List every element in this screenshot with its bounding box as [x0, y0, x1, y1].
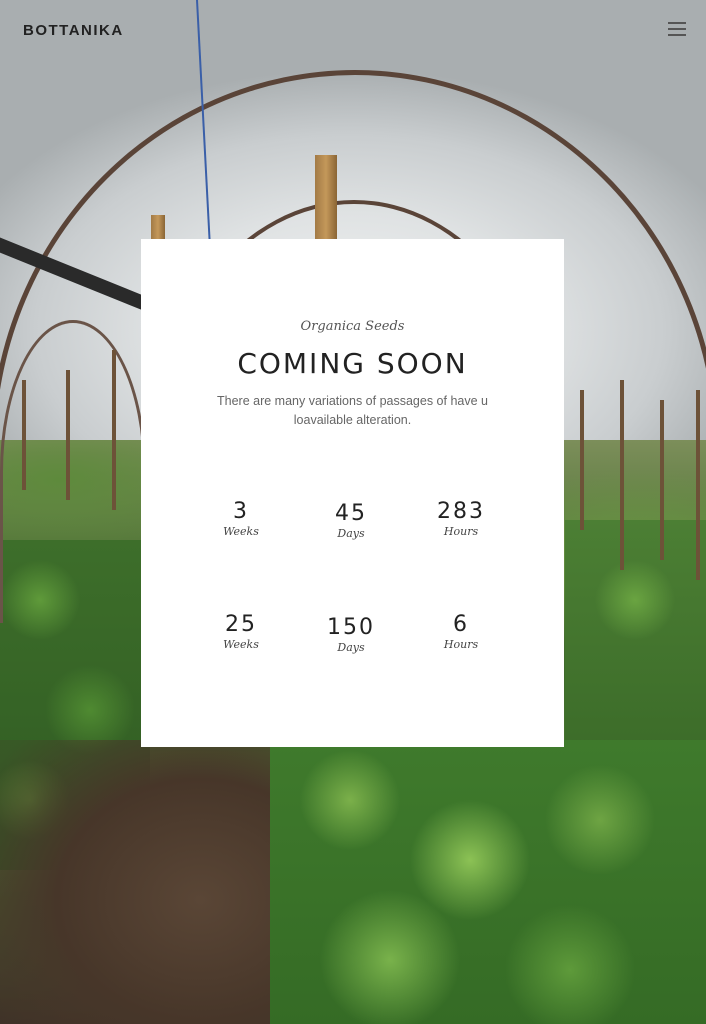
countdown-weeks: 25 Weeks [191, 612, 291, 652]
support-pole [620, 380, 624, 570]
menu-line [668, 34, 686, 36]
countdown-label: Hours [443, 638, 479, 651]
support-pole [660, 400, 664, 560]
countdown-value: 25 [225, 612, 257, 637]
countdown-label: Weeks [223, 638, 259, 651]
support-pole [22, 380, 26, 490]
countdown-label: Days [337, 641, 365, 654]
support-pole [696, 390, 700, 580]
page-title: COMING SOON [237, 347, 468, 380]
hamburger-menu-icon[interactable] [666, 18, 688, 38]
countdown-label: Days [337, 527, 365, 540]
countdown-hours: 283 Hours [411, 499, 511, 539]
countdown-value: 150 [327, 615, 375, 640]
countdown-days: 45 Days [301, 501, 401, 541]
wooden-post [315, 155, 337, 245]
card-description: There are many variations of passages of… [217, 394, 488, 427]
support-pole [112, 350, 116, 510]
countdown-label: Hours [443, 525, 479, 538]
countdown-value: 283 [437, 499, 485, 524]
support-pole [580, 390, 584, 530]
countdown-value: 45 [335, 501, 367, 526]
brand-logo[interactable]: BOTTANIKA [23, 22, 124, 39]
support-pole [66, 370, 70, 500]
countdown-value: 3 [233, 499, 249, 524]
countdown-hours: 6 Hours [411, 612, 511, 652]
countdown-label: Weeks [223, 525, 259, 538]
countdown-value: 6 [453, 612, 469, 637]
coming-soon-card: Organica Seeds COMING SOON There are man… [141, 239, 564, 747]
menu-line [668, 22, 686, 24]
card-subtitle: Organica Seeds [300, 319, 405, 334]
countdown-weeks: 3 Weeks [191, 499, 291, 539]
countdown-days: 150 Days [301, 615, 401, 655]
menu-line [668, 28, 686, 30]
